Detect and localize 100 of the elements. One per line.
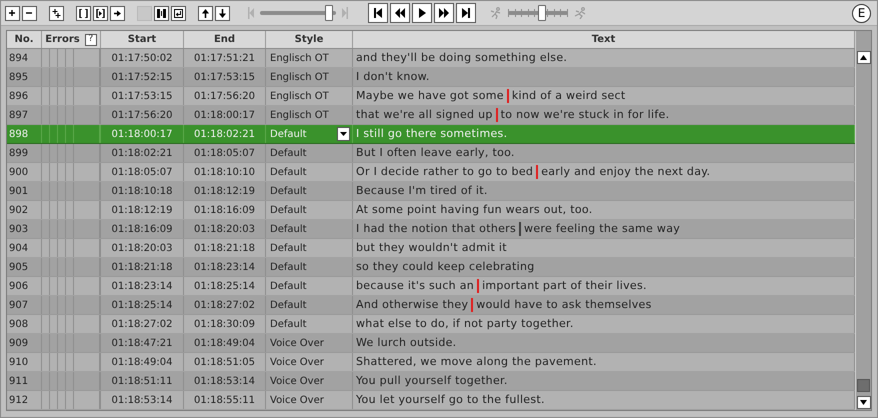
brackets-button[interactable]	[76, 6, 91, 20]
scroll-thumb[interactable]	[857, 379, 870, 392]
plus-sub-button[interactable]	[49, 6, 64, 20]
subtitle-text: but they wouldn't admit it	[356, 240, 507, 256]
style-cell-text: Default	[269, 298, 308, 312]
dropdown-button[interactable]	[337, 127, 350, 141]
timecode-cell-text: 01:18:05:07	[194, 146, 255, 160]
forward-button[interactable]	[434, 3, 454, 23]
scroll-down-button[interactable]	[856, 396, 870, 409]
timecode-cell-text: 01:17:56:20	[111, 108, 172, 122]
timecode-cell-text: 01:18:23:14	[194, 260, 255, 274]
minus-button[interactable]	[22, 6, 37, 20]
style-cell-text: Englisch OT	[269, 70, 330, 84]
table-row[interactable]: 894 01:17:50:02 01:17:51:21 Englisch OT and they'll be doing something else.	[7, 49, 855, 68]
row-number: 905	[9, 260, 28, 274]
slider-track[interactable]	[260, 5, 336, 21]
subtitle-text: I still go there sometimes.	[356, 126, 508, 142]
arrow-right-button[interactable]	[110, 6, 125, 20]
table-row[interactable]: 908 01:18:27:02 01:18:30:09 Default what else to do, if not party together.	[7, 315, 855, 334]
table-row[interactable]: 896 01:17:53:15 01:17:56:20 Englisch OT Maybe we have got some kind of a weird sect	[7, 87, 855, 106]
subtitle-text: that we're all signed up	[356, 106, 493, 123]
brackets-arrow-icon	[96, 8, 105, 18]
subtitle-text: I had the notion that others	[356, 220, 516, 237]
subtitle-text: early and enjoy the next day.	[541, 164, 710, 180]
plus-button[interactable]	[5, 6, 20, 20]
runner-icon	[574, 7, 586, 19]
table-row[interactable]: 909 01:18:47:21 01:18:49:04 Voice Over We lurch outside.	[7, 334, 855, 353]
column-header[interactable]: Start	[101, 31, 184, 48]
table-row[interactable]: 899 01:18:02:21 01:18:05:07 Default But I often leave early, too.	[7, 144, 855, 163]
help-button[interactable]: ?	[84, 34, 97, 46]
down-arrow-icon	[218, 8, 227, 18]
timecode-cell-text: 01:18:00:17	[194, 108, 255, 122]
table-row[interactable]: 902 01:18:12:19 01:18:16:09 Default At some point having fun wears out, too.	[7, 201, 855, 220]
table-row[interactable]: 901 01:18:10:18 01:18:12:19 Default Because I'm tired of it.	[7, 182, 855, 201]
timecode-cell-text: 01:18:02:21	[111, 146, 172, 160]
row-number: 906	[9, 280, 28, 294]
timecode-cell-text: 01:18:16:09	[194, 204, 255, 218]
timecode-cell-text: 01:18:12:19	[194, 184, 255, 198]
first-button[interactable]	[368, 3, 388, 23]
subtitle-text: important part of their lives.	[482, 278, 647, 294]
slider-track[interactable]	[508, 5, 568, 21]
play-button[interactable]	[412, 3, 432, 23]
table-row[interactable]: 900 01:18:05:07 01:18:10:10 Default Or I decide rather to go to bed early and enjoy the next day.	[7, 163, 855, 182]
style-cell-text: Englisch OT	[269, 52, 330, 66]
return-button[interactable]	[171, 6, 186, 20]
walker-icon	[490, 7, 502, 19]
arrow-right-icon	[113, 8, 122, 18]
column-header[interactable]: End	[184, 31, 266, 48]
subtitle-text: Maybe we have got some	[356, 88, 504, 104]
timecode-cell-text: 01:18:49:04	[194, 336, 255, 350]
row-number: 902	[9, 204, 28, 218]
row-number: 898	[9, 128, 28, 142]
column-header[interactable]: Errors	[45, 32, 80, 47]
table-row[interactable]: 904 01:18:20:03 01:18:21:18 Default but they wouldn't admit it	[7, 239, 855, 258]
up-arrow-icon	[860, 55, 867, 60]
subtitle-text: were feeling the same way	[524, 220, 680, 237]
row-number: 904	[9, 242, 28, 256]
table-row[interactable]: 903 01:18:16:09 01:18:20:03 Default I had the notion that others were feeling the same way	[7, 220, 855, 239]
slider-thumb[interactable]	[324, 5, 333, 21]
skip-forward-icon	[461, 8, 471, 18]
row-number: 912	[9, 394, 28, 408]
style-cell-text: Default	[269, 204, 308, 218]
style-cell-text: Voice Over	[269, 336, 325, 350]
brackets-bold-button[interactable]	[154, 6, 169, 20]
subtitle-text: At some point having fun wears out, too.	[356, 202, 593, 218]
table-row[interactable]: 912 01:18:53:14 01:18:55:11 Voice Over You let yourself go to the fullest.	[7, 391, 855, 410]
style-cell-text: Default	[269, 222, 308, 236]
last-button[interactable]	[456, 3, 476, 23]
subtitle-text: what else to do, if not party together.	[356, 316, 574, 332]
table-row[interactable]: 911 01:18:51:11 01:18:53:14 Voice Over You pull yourself together.	[7, 372, 855, 391]
table-row[interactable]: 895 01:17:52:15 01:17:53:15 Englisch OT I don't know.	[7, 68, 855, 87]
subtitle-text: We lurch outside.	[356, 334, 456, 351]
timecode-cell-text: 01:18:53:14	[111, 394, 172, 408]
style-cell-text: Voice Over	[269, 356, 325, 370]
table-row[interactable]: 897 01:17:56:20 01:18:00:17 Englisch OT that we're all signed up to now we're stuck in for life.	[7, 106, 855, 125]
table-row[interactable]: 907 01:18:25:14 01:18:27:02 Default And otherwise they would have to ask themselves	[7, 296, 855, 315]
scroll-up-button[interactable]	[856, 51, 870, 64]
table-row[interactable]: 905 01:18:21:18 01:18:23:14 Default so they could keep celebrating	[7, 258, 855, 277]
timecode-cell-text: 01:18:16:09	[111, 222, 172, 236]
column-header[interactable]: Style	[266, 31, 353, 48]
play-icon	[417, 8, 427, 18]
table-row[interactable]: 910 01:18:49:04 01:18:51:05 Voice Over Shattered, we move along the pavement.	[7, 353, 855, 372]
table-row[interactable]: 906 01:18:23:14 01:18:25:14 Default because it's such an important part of their lives.	[7, 277, 855, 296]
column-header[interactable]: No.	[7, 31, 42, 48]
timecode-cell-text: 01:18:21:18	[111, 260, 172, 274]
timecode-cell-text: 01:18:25:14	[194, 280, 255, 294]
down-button[interactable]	[215, 6, 230, 20]
timecode-cell-text: 01:18:47:21	[111, 336, 172, 350]
timecode-cell-text: 01:18:20:03	[194, 222, 255, 236]
subtitle-text: because it's such an	[356, 278, 474, 294]
mode-button[interactable]: E	[852, 4, 871, 22]
timecode-cell-text: 01:18:49:04	[111, 356, 172, 370]
slider-thumb[interactable]	[538, 5, 546, 21]
timecode-cell-text: 01:17:50:02	[111, 52, 172, 66]
rewind-button[interactable]	[390, 3, 410, 23]
subtitle-text: But I often leave early, too.	[356, 144, 515, 161]
plus-icon	[8, 8, 17, 18]
up-button[interactable]	[198, 6, 213, 20]
style-cell-text: Englisch OT	[269, 108, 330, 122]
brackets-in-button[interactable]	[93, 6, 108, 20]
